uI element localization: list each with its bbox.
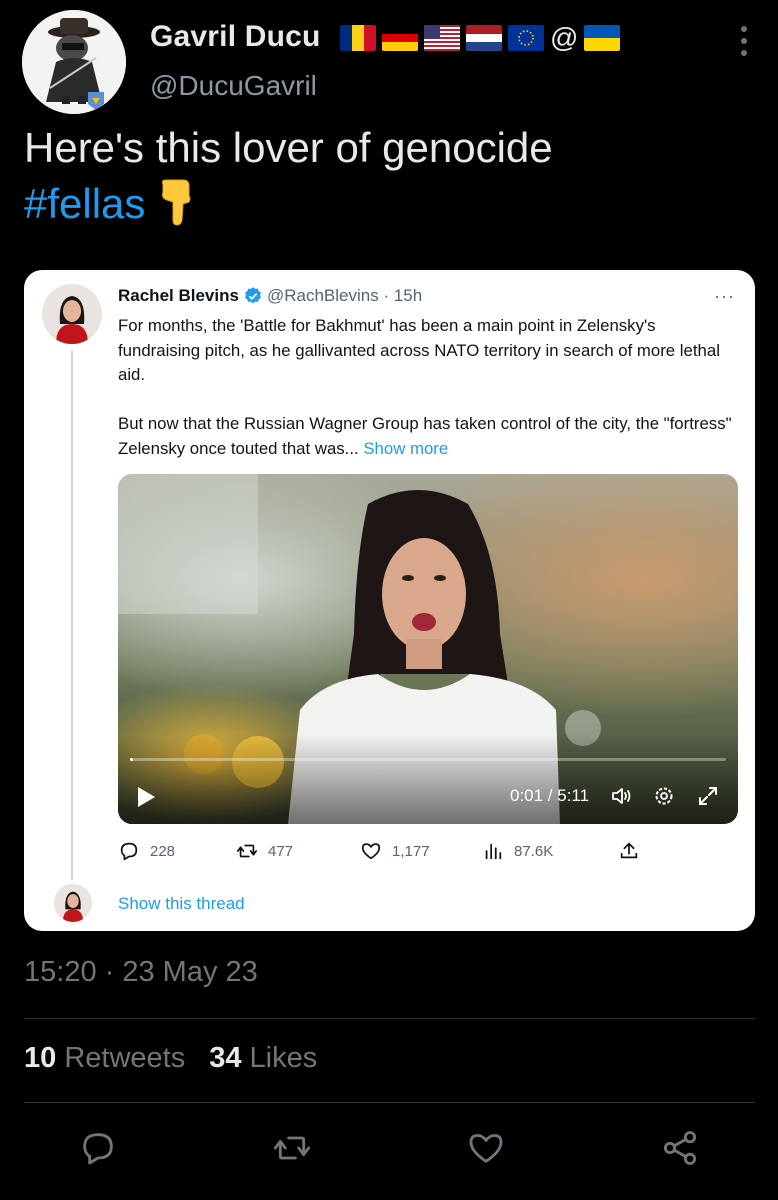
like-icon (469, 1134, 503, 1163)
flag-at-sign: @ (550, 22, 579, 53)
thread-author-avatar[interactable] (54, 884, 92, 922)
quote-retweet-button[interactable]: 477 (236, 840, 293, 862)
likes-count: 34 (209, 1042, 242, 1074)
flag-romania-icon (340, 25, 376, 51)
share-icon (620, 842, 638, 859)
video-progress-fill (130, 758, 133, 761)
quote-reply-count: 228 (150, 842, 176, 860)
quote-header: Rachel Blevins @RachBlevins · 15h (118, 286, 422, 306)
quote-views-count: 87.6K (514, 842, 554, 860)
views-icon (485, 843, 502, 860)
verified-icon (245, 287, 261, 304)
fullscreen-icon[interactable] (696, 784, 720, 808)
volume-icon[interactable] (610, 784, 634, 808)
flag-germany-icon (382, 25, 418, 51)
quote-paragraph-1: For months, the 'Battle for Bakhmut' has… (118, 316, 720, 384)
settings-icon[interactable] (652, 784, 676, 808)
video-controls-shade (118, 734, 738, 824)
reply-button[interactable] (78, 1128, 118, 1168)
flag-ukraine-icon (584, 25, 621, 51)
retweet-icon (236, 844, 258, 858)
video-time: 0:01 / 5:11 (510, 786, 590, 805)
share-icon (663, 1131, 697, 1165)
quote-retweet-count: 477 (268, 842, 294, 860)
tweet-text: Here's this lover of genocide #fellas (24, 120, 553, 232)
like-icon (361, 843, 381, 860)
play-icon[interactable] (136, 786, 156, 808)
quote-author-name[interactable]: Rachel Blevins (118, 286, 239, 306)
quote-avatar-image (42, 284, 102, 344)
flag-eu-icon (508, 25, 544, 51)
quote-more-icon[interactable]: ··· (714, 286, 735, 307)
quote-reply-button[interactable]: 228 (118, 840, 175, 862)
author-avatar[interactable] (22, 10, 126, 114)
retweets-count: 10 (24, 1042, 57, 1074)
video-progress-bar[interactable] (130, 758, 726, 761)
divider (24, 1102, 755, 1103)
retweets-label: Retweets (64, 1042, 186, 1074)
author-handle[interactable]: @DucuGavril (150, 70, 317, 102)
quote-views-button[interactable]: 87.6K (482, 840, 553, 862)
retweet-icon (273, 1136, 311, 1160)
divider (24, 1018, 755, 1019)
reply-icon (120, 842, 138, 861)
quote-like-count: 1,177 (392, 842, 430, 860)
thread-line (71, 350, 73, 880)
show-more-link[interactable]: Show more (363, 439, 448, 458)
flag-netherlands-icon (466, 25, 502, 51)
video-player[interactable]: 0:01 / 5:11 (118, 474, 738, 824)
reply-icon (83, 1133, 113, 1165)
flag-emoji-row: @ (340, 22, 621, 53)
retweets-stat[interactable]: 10 Retweets (24, 1042, 185, 1075)
likes-label: Likes (249, 1042, 318, 1074)
engagement-stats: 10 Retweets 34 Likes (24, 1042, 317, 1075)
tweet-text-line: Here's this lover of genocide (24, 124, 553, 171)
thread-avatar-image (54, 884, 92, 922)
hashtag-link[interactable]: #fellas (24, 180, 145, 227)
avatar-image (22, 10, 126, 114)
share-button[interactable] (660, 1128, 700, 1168)
more-icon[interactable] (740, 26, 748, 56)
like-button[interactable] (466, 1128, 506, 1168)
quote-share-button[interactable] (618, 840, 640, 862)
quote-metrics-row: 228 477 1,177 87.6K (118, 840, 738, 864)
quoted-tweet-card[interactable]: Rachel Blevins @RachBlevins · 15h ··· Fo… (24, 270, 755, 931)
likes-stat[interactable]: 34 Likes (209, 1042, 317, 1075)
retweet-button[interactable] (272, 1128, 312, 1168)
quote-handle-time: @RachBlevins · 15h (266, 286, 423, 305)
quote-like-button[interactable]: 1,177 (360, 840, 430, 862)
quote-author-avatar[interactable] (42, 284, 102, 344)
quote-text: For months, the 'Battle for Bakhmut' has… (118, 314, 738, 461)
flag-usa-icon (424, 25, 460, 51)
show-thread-link[interactable]: Show this thread (118, 894, 245, 914)
pointing-down-emoji (162, 179, 191, 226)
tweet-timestamp[interactable]: 15:20 · 23 May 23 (24, 956, 258, 989)
author-name[interactable]: Gavril Ducu (150, 20, 321, 54)
